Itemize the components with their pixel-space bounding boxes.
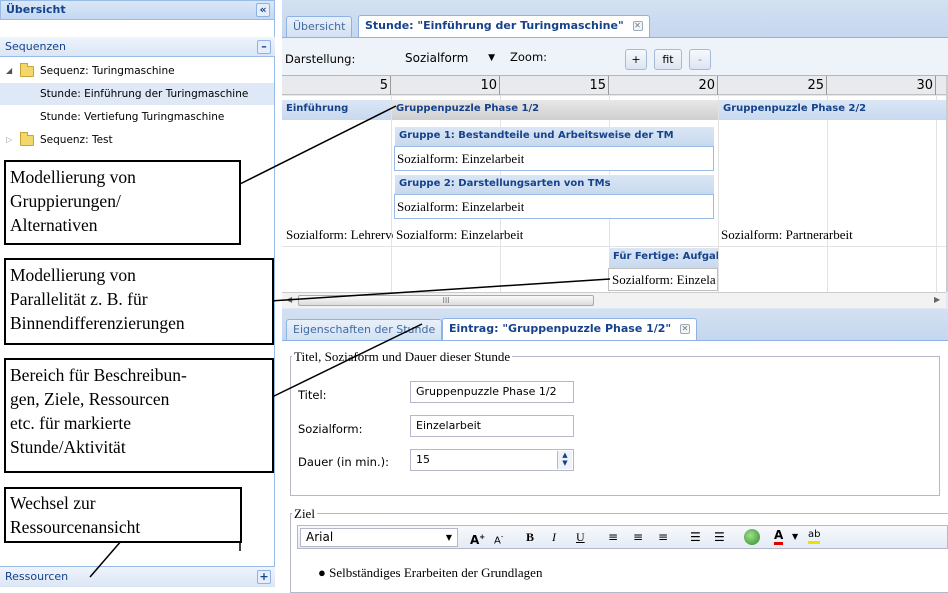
annotation-line: Alternativen <box>10 215 98 235</box>
annotation-line: Modellierung von <box>10 167 136 187</box>
annotation-parallelitaet: Modellierung von Parallelität z. B. für … <box>4 258 274 345</box>
annotation-beschreibungen: Bereich für Beschreibun- gen, Ziele, Res… <box>4 358 274 473</box>
annotation-line: Bereich für Beschreibun- <box>10 365 187 385</box>
annotation-line: Parallelität z. B. für <box>10 289 148 309</box>
annotation-line: etc. für markierte <box>10 413 131 433</box>
annotation-gruppierungen: Modellierung von Gruppierungen/ Alternat… <box>4 160 241 245</box>
annotation-ressourcenansicht: Wechsel zur Ressourcenansicht <box>4 487 242 543</box>
annotation-line: Gruppierungen/ <box>10 191 121 211</box>
annotation-line: Binnendifferenzierungen <box>10 313 185 333</box>
annotation-line: gen, Ziele, Ressourcen <box>10 389 170 409</box>
annotation-line: Modellierung von <box>10 265 136 285</box>
annotation-line: Stunde/Aktivität <box>10 437 126 457</box>
annotation-line: Ressourcenansicht <box>10 517 141 537</box>
annotation-line: Wechsel zur <box>10 493 96 513</box>
